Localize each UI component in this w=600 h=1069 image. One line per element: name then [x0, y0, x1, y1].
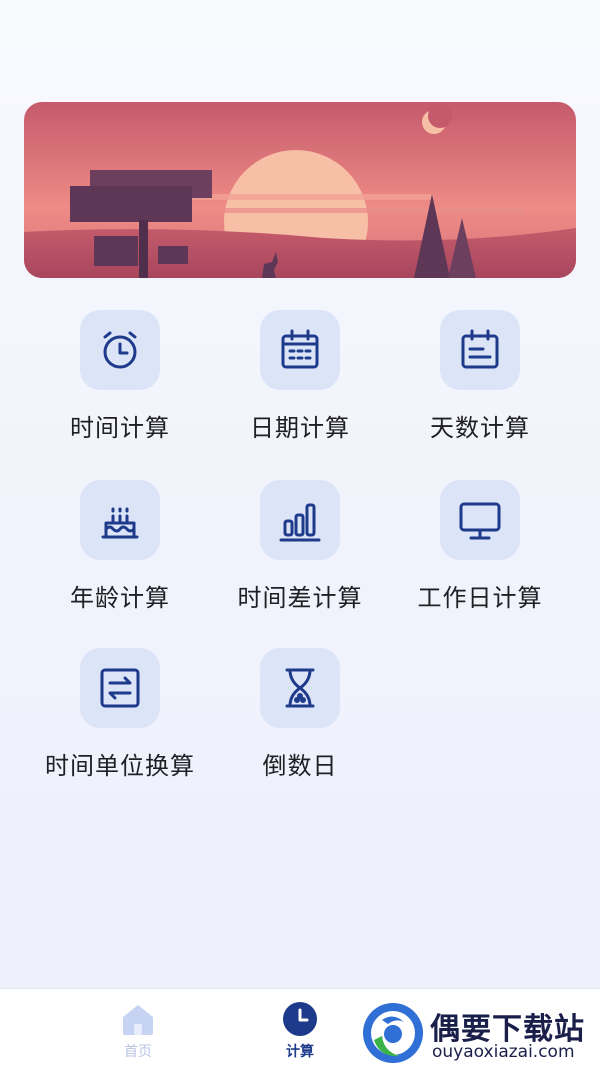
grid-item-label: 日期计算 — [250, 414, 350, 442]
calendar-icon — [281, 329, 319, 369]
grid-item-unit-convert[interactable]: 时间单位换算 — [30, 648, 210, 788]
icon-tile — [80, 310, 160, 390]
birthday-cake-icon — [101, 507, 139, 539]
icon-tile — [260, 648, 340, 728]
site-watermark: 偶要下载站 ouyaoxiazai.com — [360, 998, 600, 1068]
tab-label: 计算 — [286, 1044, 314, 1060]
grid-item-label: 时间单位换算 — [45, 752, 195, 780]
tab-home[interactable]: 首页 — [78, 989, 198, 1069]
watermark-logo-icon — [363, 1003, 423, 1063]
tab-label: 首页 — [124, 1044, 152, 1060]
sunset-banner-image — [24, 102, 576, 278]
grid-item-label: 工作日计算 — [417, 584, 543, 612]
grid-item-days-calc[interactable]: 天数计算 — [390, 310, 570, 450]
icon-tile — [260, 480, 340, 560]
convert-arrows-icon — [100, 668, 140, 708]
grid-item-time-diff-calc[interactable]: 时间差计算 — [210, 480, 390, 620]
bar-chart-icon — [279, 503, 321, 542]
alarm-clock-icon — [103, 331, 137, 369]
grid-item-date-calc[interactable]: 日期计算 — [210, 310, 390, 450]
calendar-days-icon — [461, 329, 499, 369]
hourglass-icon — [285, 668, 315, 708]
grid-item-countdown[interactable]: 倒数日 — [210, 648, 390, 788]
tab-calculate[interactable]: 计算 — [240, 989, 360, 1069]
icon-tile — [80, 648, 160, 728]
grid-item-label: 倒数日 — [262, 752, 338, 780]
icon-tile — [440, 310, 520, 390]
grid-item-label: 天数计算 — [430, 414, 530, 442]
icon-tile — [260, 310, 340, 390]
icon-tile — [440, 480, 520, 560]
watermark-domain: ouyaoxiazai.com — [432, 1042, 575, 1062]
grid-item-workday-calc[interactable]: 工作日计算 — [390, 480, 570, 620]
grid-item-time-calc[interactable]: 时间计算 — [30, 310, 210, 450]
home-icon — [118, 1001, 158, 1037]
clock-icon — [280, 1001, 320, 1037]
grid-item-label: 时间差计算 — [237, 584, 363, 612]
monitor-icon — [459, 502, 501, 540]
grid-item-label: 时间计算 — [70, 414, 170, 442]
grid-item-age-calc[interactable]: 年龄计算 — [30, 480, 210, 620]
icon-tile — [80, 480, 160, 560]
grid-item-label: 年龄计算 — [70, 584, 170, 612]
